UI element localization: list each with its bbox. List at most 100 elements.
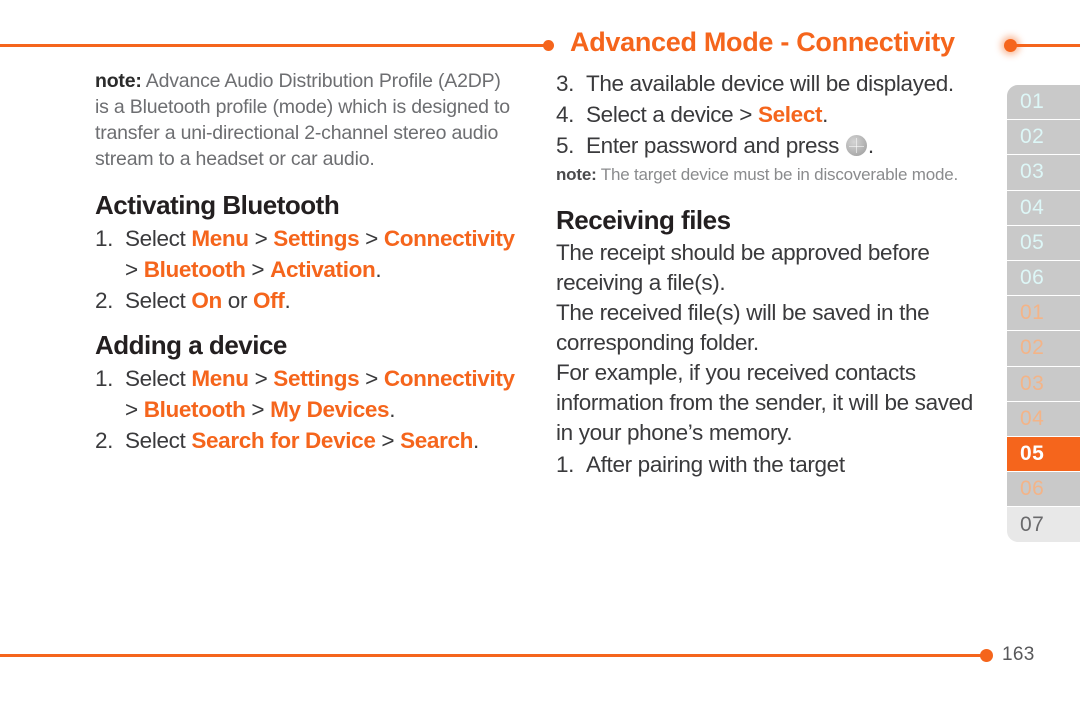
step-text: > [375, 428, 401, 453]
menu-path-token: Search [400, 428, 474, 453]
step-item: 2. Select Search for Device > Search. [95, 425, 515, 456]
menu-path-token: My Devices [270, 397, 390, 422]
tab-label: 05 [1020, 441, 1045, 465]
tab-chapter-03[interactable]: 03 [1007, 155, 1080, 191]
note-label: note: [556, 165, 597, 184]
heading-receiving-files: Receiving files [556, 205, 731, 235]
tab-chapter-07[interactable]: 07 [1007, 507, 1080, 543]
receiving-files-body: The receipt should be approved before re… [556, 238, 986, 448]
tab-label: 03 [1020, 371, 1045, 395]
steps-activating-bluetooth: 1. Select Menu > Settings > Connectivity … [95, 223, 515, 316]
tab-chapter-06[interactable]: 06 [1007, 472, 1080, 508]
step-text: The available device will be displayed. [586, 71, 954, 96]
manual-page: Advanced Mode - Connectivity note: Advan… [0, 0, 1080, 704]
step-text: > [248, 366, 274, 391]
step-text: . [822, 102, 829, 127]
step-number: 4. [556, 102, 575, 127]
step-text: > [125, 257, 144, 282]
footer-dot-icon [980, 649, 993, 662]
step-item: 1. After pairing with the target [556, 449, 986, 480]
step-item: 3. The available device will be displayed… [556, 68, 986, 99]
paragraph: For example, if you received contacts in… [556, 360, 973, 445]
menu-path-token: Connectivity [383, 226, 515, 251]
steps-adding-a-device: 1. Select Menu > Settings > Connectivity … [95, 363, 515, 456]
step-text: or [221, 288, 253, 313]
tab-label: 02 [1020, 336, 1045, 360]
tab-chapter-02[interactable]: 02 [1007, 120, 1080, 156]
menu-path-token: Bluetooth [143, 397, 246, 422]
tab-chapter-01[interactable]: 01 [1007, 296, 1080, 332]
page-title: Advanced Mode - Connectivity [570, 27, 955, 57]
menu-path-token: Connectivity [383, 366, 515, 391]
menu-path-token: Off [253, 288, 285, 313]
note-text: The target device must be in discoverabl… [596, 165, 959, 184]
tab-label: 04 [1020, 195, 1045, 219]
step-text: > [359, 226, 384, 251]
tab-chapter-04[interactable]: 04 [1007, 401, 1080, 437]
note-label: note: [95, 70, 142, 92]
menu-path-token: Settings [273, 366, 360, 391]
step-item: 2. Select On or Off. [95, 285, 515, 316]
tab-chapter-03[interactable]: 03 [1007, 366, 1080, 402]
step-text: Enter password and press [586, 133, 845, 158]
tab-label: 04 [1020, 406, 1045, 430]
step-text: > [359, 366, 384, 391]
step-item: 5. Enter password and press . [556, 130, 986, 161]
tab-chapter-01[interactable]: 01 [1007, 85, 1080, 121]
page-number: 163 [1002, 644, 1035, 665]
note-discoverable: note: The target device must be in disco… [556, 163, 986, 187]
tab-label: 06 [1020, 477, 1045, 501]
menu-path-token: Search for Device [191, 428, 376, 453]
steps-receiving-files: 1. After pairing with the target [556, 449, 986, 480]
header-rule-left [0, 44, 548, 47]
menu-path-token: Select [757, 102, 823, 127]
step-text: . [389, 397, 396, 422]
steps-adding-device-continued: 3. The available device will be displayed… [556, 68, 986, 161]
header-dot-left-icon [543, 40, 554, 51]
tab-chapter-05-active[interactable]: 05 [1007, 436, 1080, 473]
note-text: Advance Audio Distribution Profile (A2DP… [95, 70, 510, 170]
menu-path-token: Settings [273, 226, 360, 251]
step-number: 2. [95, 288, 114, 313]
tab-chapter-02[interactable]: 02 [1007, 331, 1080, 367]
heading-activating-bluetooth: Activating Bluetooth [95, 190, 340, 220]
menu-path-token: Bluetooth [143, 257, 246, 282]
step-text: > [245, 257, 271, 282]
step-number: 1. [95, 366, 114, 391]
step-text: . [867, 133, 874, 158]
tab-chapter-04[interactable]: 04 [1007, 190, 1080, 226]
step-text: > [739, 102, 758, 127]
tab-label: 02 [1020, 125, 1045, 149]
step-text: . [375, 257, 382, 282]
header-rule-right [1014, 44, 1080, 47]
tab-label: 01 [1020, 90, 1045, 114]
step-text: Select [125, 366, 192, 391]
tab-label: 03 [1020, 160, 1045, 184]
right-column: 3. The available device will be displayed… [556, 68, 986, 480]
chapter-tab-rail[interactable]: 01 02 03 04 05 06 01 02 03 04 05 06 07 [1007, 85, 1080, 543]
step-text: . [473, 428, 479, 453]
footer-rule [0, 654, 988, 657]
step-text: Select [125, 288, 192, 313]
step-text: After pairing with the target [586, 452, 845, 477]
tab-chapter-05[interactable]: 05 [1007, 225, 1080, 261]
tab-label: 06 [1020, 266, 1045, 290]
step-text: > [125, 397, 144, 422]
menu-path-token: On [191, 288, 222, 313]
tab-label: 07 [1020, 512, 1045, 536]
step-text: > [245, 397, 271, 422]
tab-label: 05 [1020, 230, 1045, 254]
ok-key-icon [845, 135, 867, 156]
menu-path-token: Menu [191, 226, 249, 251]
step-text: Select [125, 226, 192, 251]
left-column: note: Advance Audio Distribution Profile… [95, 68, 515, 456]
paragraph: The receipt should be approved before re… [556, 240, 930, 295]
step-text: Select a device [586, 102, 740, 127]
step-number: 1. [95, 226, 114, 251]
step-number: 5. [556, 133, 575, 158]
step-number: 3. [556, 71, 575, 96]
step-item: 4. Select a device > Select. [556, 99, 986, 130]
step-text: Select [125, 428, 192, 453]
tab-chapter-06[interactable]: 06 [1007, 260, 1080, 297]
menu-path-token: Activation [270, 257, 376, 282]
